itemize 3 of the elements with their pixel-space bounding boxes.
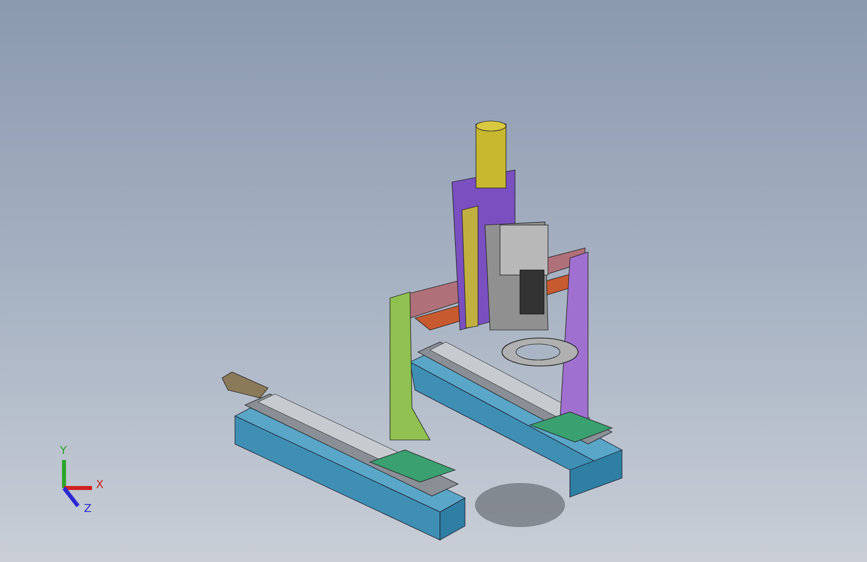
axis-label: Y — [60, 444, 67, 457]
axis-label: X — [96, 478, 104, 491]
axis-label: Z — [84, 502, 92, 515]
